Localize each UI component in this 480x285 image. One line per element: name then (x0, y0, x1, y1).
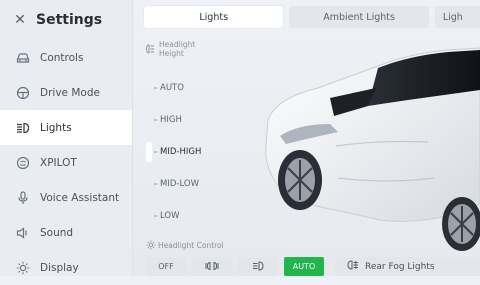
height-option-auto[interactable]: AUTO (146, 72, 266, 104)
rear-fog-label: Rear Fog Lights (365, 261, 435, 272)
tab-ambient-lights[interactable]: Ambient Lights (289, 6, 429, 28)
headlight-off-button[interactable]: OFF (146, 257, 186, 276)
sidebar-item-lights[interactable]: Lights (0, 110, 132, 145)
settings-header: ✕ Settings (0, 0, 132, 40)
parking-light-button[interactable] (192, 257, 232, 276)
headlight-icon (14, 119, 32, 137)
sidebar-item-label: Lights (40, 121, 72, 134)
speaker-icon (14, 224, 32, 242)
car-icon (14, 49, 32, 67)
sidebar-item-controls[interactable]: Controls (0, 40, 132, 75)
sidebar-item-label: Voice Assistant (40, 191, 120, 204)
height-option-mid-high[interactable]: MID-HIGH (146, 136, 266, 168)
close-icon[interactable]: ✕ (8, 8, 32, 32)
low-beam-button[interactable] (238, 257, 278, 276)
sidebar-item-sound[interactable]: Sound (0, 215, 132, 250)
headlight-height-options: AUTO HIGH MID-HIGH MID-LOW LOW (146, 72, 266, 232)
brightness-icon (14, 259, 32, 277)
rear-fog-lights-button[interactable]: Rear Fog Lights (335, 257, 480, 276)
sidebar-item-voice-assistant[interactable]: Voice Assistant (0, 180, 132, 215)
tab-lights[interactable]: Lights (144, 6, 284, 28)
sidebar-item-xpilot[interactable]: XPILOT (0, 145, 132, 180)
settings-menu: Controls Drive Mode Lights XPILOT Voice … (0, 40, 132, 285)
vehicle-image (265, 47, 480, 251)
headlight-control-buttons: OFF AUTO (146, 257, 324, 276)
steering-wheel-icon (14, 84, 32, 102)
sidebar-item-drive-mode[interactable]: Drive Mode (0, 75, 132, 110)
tab-lights-partial[interactable]: Ligh (434, 6, 480, 28)
rear-fog-light-icon (347, 260, 359, 273)
page-title: Settings (36, 12, 103, 28)
headlight-auto-button[interactable]: AUTO (284, 257, 324, 276)
low-beam-icon (252, 260, 264, 273)
height-option-low[interactable]: LOW (146, 200, 266, 232)
autopilot-icon (14, 154, 32, 172)
headlight-height-icon (146, 44, 156, 54)
sidebar-item-label: XPILOT (40, 156, 77, 169)
parking-light-icon (205, 261, 219, 273)
sidebar-item-display[interactable]: Display (0, 250, 132, 285)
microphone-icon (14, 189, 32, 207)
sidebar-item-label: Sound (40, 226, 74, 239)
height-option-mid-low[interactable]: MID-LOW (146, 168, 266, 200)
height-option-high[interactable]: HIGH (146, 104, 266, 136)
headlight-height-label: Headlight Height (146, 40, 216, 58)
sidebar-item-label: Controls (40, 51, 84, 64)
sidebar-item-label: Drive Mode (40, 86, 100, 99)
headlight-control-label: Headlight Control (146, 240, 224, 250)
sidebar-item-label: Display (40, 261, 79, 274)
sidebar: ✕ Settings Controls Drive Mode Lights XP… (0, 0, 133, 276)
headlight-control-icon (146, 240, 156, 250)
